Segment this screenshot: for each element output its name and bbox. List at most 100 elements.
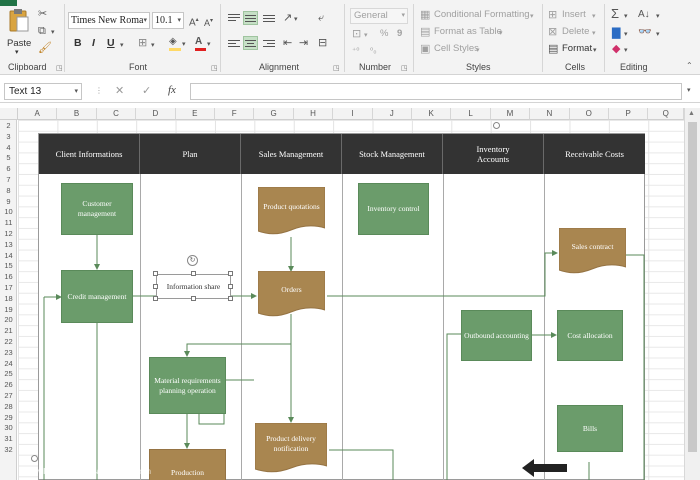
row-header[interactable]: 31 bbox=[0, 434, 17, 445]
row-header[interactable]: 11 bbox=[0, 218, 17, 229]
row-header[interactable]: 25 bbox=[0, 369, 17, 380]
column-header[interactable]: E bbox=[175, 108, 215, 120]
row-header[interactable]: 24 bbox=[0, 359, 17, 370]
row-header[interactable]: 23 bbox=[0, 348, 17, 359]
row-header[interactable]: 13 bbox=[0, 240, 17, 251]
node-product-quotations[interactable]: Product quotations bbox=[258, 187, 325, 237]
column-header[interactable]: D bbox=[136, 108, 176, 120]
scroll-up-icon[interactable]: ▲ bbox=[688, 110, 695, 117]
enter-icon[interactable]: ✓ bbox=[142, 84, 151, 97]
node-credit-management[interactable]: Credit management bbox=[61, 270, 133, 323]
row-header[interactable]: 16 bbox=[0, 272, 17, 283]
chevron-down-icon[interactable]: ▾ bbox=[593, 45, 597, 57]
shape-left-handle[interactable] bbox=[31, 455, 38, 462]
insert-cells-icon[interactable]: ⊞ bbox=[548, 9, 557, 21]
column-header[interactable]: I bbox=[333, 108, 373, 120]
formula-input[interactable] bbox=[190, 83, 682, 100]
column-header[interactable]: K bbox=[412, 108, 452, 120]
find-select-icon[interactable]: 👓 bbox=[638, 26, 652, 38]
alignment-launcher-icon[interactable]: ◳ bbox=[333, 64, 340, 72]
copy-icon[interactable]: ⧉ bbox=[38, 25, 46, 37]
cancel-icon[interactable]: ✕ bbox=[115, 84, 124, 97]
conditional-formatting-button[interactable]: Conditional Formatting bbox=[434, 9, 530, 20]
column-header[interactable]: G bbox=[254, 108, 294, 120]
chevron-down-icon[interactable]: ▾ bbox=[624, 29, 628, 41]
node-sales-contract[interactable]: Sales contract bbox=[559, 228, 626, 276]
row-header[interactable]: 27 bbox=[0, 391, 17, 402]
conditional-formatting-icon[interactable]: ▦ bbox=[420, 9, 430, 21]
format-as-table-button[interactable]: Format as Table bbox=[434, 26, 502, 37]
row-header[interactable]: 17 bbox=[0, 283, 17, 294]
row-header[interactable]: 8 bbox=[0, 186, 17, 197]
row-header[interactable]: 10 bbox=[0, 207, 17, 218]
scrollbar-thumb[interactable] bbox=[688, 122, 697, 452]
row-header[interactable]: 29 bbox=[0, 413, 17, 424]
rotate-handle-icon[interactable]: ↻ bbox=[187, 255, 198, 266]
node-material-requirements[interactable]: Material requirements planning operation bbox=[149, 357, 226, 414]
row-header[interactable]: 4 bbox=[0, 143, 17, 154]
resize-handle[interactable] bbox=[228, 284, 233, 289]
paste-dropdown-icon[interactable]: ▾ bbox=[15, 48, 19, 56]
column-header[interactable]: H bbox=[293, 108, 334, 120]
currency-icon[interactable]: ⊡ bbox=[352, 28, 361, 40]
chevron-down-icon[interactable]: ▾ bbox=[294, 14, 298, 26]
resize-handle[interactable] bbox=[191, 271, 196, 276]
merge-center-icon[interactable]: ⊟ bbox=[318, 37, 327, 49]
shape-top-handle[interactable] bbox=[493, 122, 500, 129]
borders-icon[interactable]: ⊞ bbox=[138, 37, 147, 49]
column-header[interactable]: Q bbox=[648, 108, 684, 120]
column-header[interactable]: F bbox=[215, 108, 255, 120]
align-bottom-button[interactable] bbox=[263, 13, 275, 24]
row-header[interactable]: 32 bbox=[0, 445, 17, 456]
delete-button[interactable]: Delete bbox=[562, 26, 589, 37]
column-header[interactable]: M bbox=[490, 108, 531, 120]
row-header[interactable]: 30 bbox=[0, 423, 17, 434]
row-header[interactable]: 6 bbox=[0, 164, 17, 175]
expand-formula-icon[interactable]: ▾ bbox=[687, 86, 691, 94]
chevron-down-icon[interactable]: ▾ bbox=[530, 11, 534, 23]
comma-button[interactable]: 9 bbox=[397, 28, 402, 39]
column-header[interactable]: A bbox=[18, 108, 58, 120]
row-header[interactable]: 15 bbox=[0, 261, 17, 272]
node-orders[interactable]: Orders bbox=[258, 271, 325, 319]
chevron-down-icon[interactable]: ▾ bbox=[364, 30, 368, 42]
row-header[interactable]: 18 bbox=[0, 294, 17, 305]
column-header[interactable]: O bbox=[569, 108, 609, 120]
percent-button[interactable]: % bbox=[380, 28, 388, 39]
node-cost-allocation[interactable]: Cost allocation bbox=[557, 310, 623, 361]
font-size-combo[interactable]: 10.1 ▾ bbox=[152, 12, 184, 29]
row-header[interactable]: 5 bbox=[0, 153, 17, 164]
chevron-down-icon[interactable]: ▾ bbox=[624, 45, 628, 57]
decrease-font-icon[interactable]: A▾ bbox=[204, 15, 213, 29]
align-top-button[interactable] bbox=[228, 12, 240, 23]
node-inventory-control[interactable]: Inventory control bbox=[358, 183, 429, 235]
format-button[interactable]: Format bbox=[562, 43, 592, 54]
resize-handle[interactable] bbox=[228, 296, 233, 301]
column-header[interactable]: L bbox=[451, 108, 491, 120]
collapse-ribbon-icon[interactable]: ⌃ bbox=[686, 60, 693, 72]
column-header[interactable]: J bbox=[372, 108, 412, 120]
chevron-down-icon[interactable]: ▾ bbox=[656, 29, 660, 41]
copy-dropdown-icon[interactable]: ▾ bbox=[51, 27, 55, 39]
align-right-button[interactable] bbox=[263, 38, 275, 49]
select-all-corner[interactable] bbox=[0, 108, 18, 120]
clipboard-launcher-icon[interactable]: ◳ bbox=[56, 64, 63, 72]
cell-styles-button[interactable]: Cell Styles bbox=[434, 43, 479, 54]
resize-handle[interactable] bbox=[153, 284, 158, 289]
clear-icon[interactable]: ◆ bbox=[612, 43, 620, 55]
number-launcher-icon[interactable]: ◳ bbox=[401, 64, 408, 72]
format-painter-icon[interactable]: 🖌 bbox=[38, 42, 52, 54]
chevron-down-icon[interactable]: ▾ bbox=[592, 28, 596, 40]
row-header[interactable]: 26 bbox=[0, 380, 17, 391]
bold-button[interactable]: B bbox=[74, 37, 82, 49]
font-color-button[interactable]: A ▾ bbox=[194, 36, 214, 52]
fill-icon[interactable]: ▇ bbox=[612, 27, 620, 39]
underline-button[interactable]: U bbox=[107, 37, 115, 49]
italic-button[interactable]: I bbox=[92, 37, 95, 49]
increase-font-icon[interactable]: A▴ bbox=[189, 14, 199, 29]
row-header[interactable]: 19 bbox=[0, 305, 17, 316]
vertical-scrollbar[interactable]: ▲ bbox=[684, 108, 700, 480]
align-left-button[interactable] bbox=[228, 38, 240, 49]
row-header[interactable]: 21 bbox=[0, 326, 17, 337]
font-name-combo[interactable]: Times New Roma ▾ bbox=[68, 12, 150, 29]
